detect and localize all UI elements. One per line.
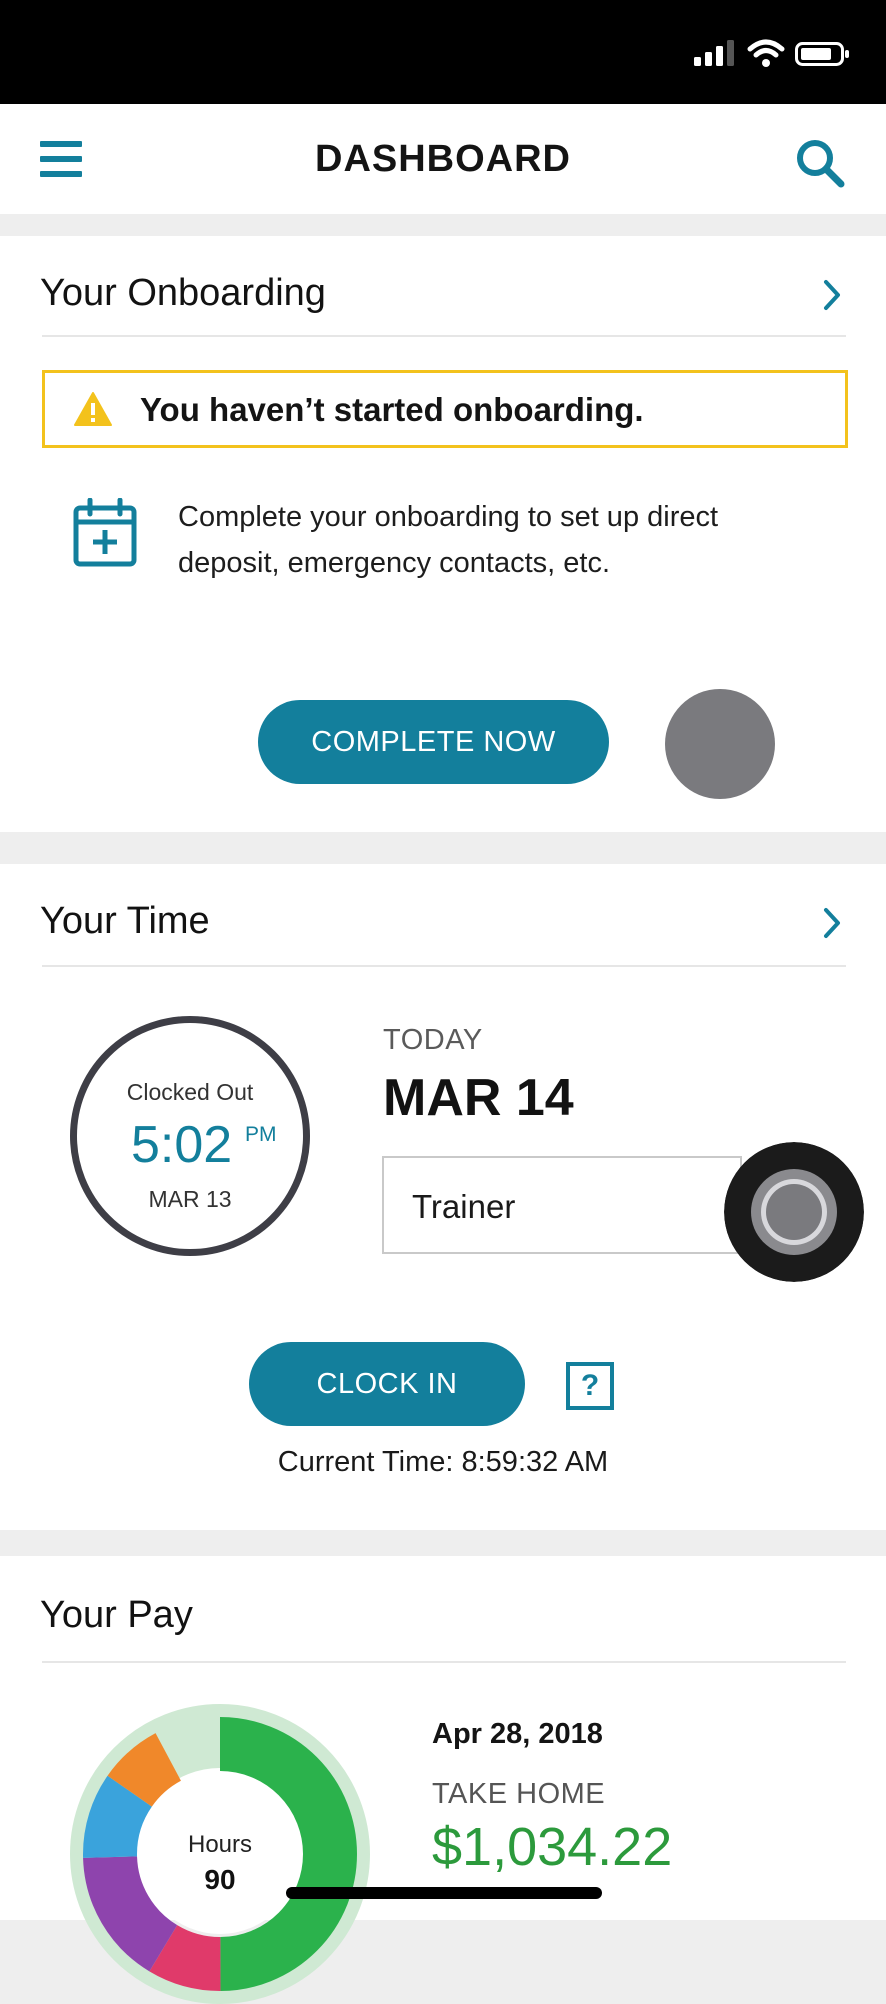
help-icon[interactable]: ? xyxy=(566,1362,614,1410)
wifi-icon xyxy=(747,39,785,67)
status-bar xyxy=(0,0,886,104)
pay-heading: Your Pay xyxy=(40,1594,193,1636)
clock-status-ring: Clocked Out 5:02 PM MAR 13 xyxy=(70,1016,310,1256)
today-label: TODAY xyxy=(383,1024,483,1056)
warning-icon xyxy=(74,392,112,426)
clock-date: MAR 13 xyxy=(148,1186,232,1212)
time-card: Your Time Clocked Out 5:02 PM MAR 13 TOD… xyxy=(0,864,886,1530)
clock-in-button[interactable]: CLOCK IN xyxy=(249,1342,525,1426)
onboarding-card: Your Onboarding You haven’t started onbo… xyxy=(0,236,886,832)
job-select-value: Trainer xyxy=(412,1188,516,1225)
nav-bar: DASHBOARD xyxy=(0,104,886,214)
take-home-amount: $1,034.22 xyxy=(432,1817,673,1877)
complete-now-button[interactable]: COMPLETE NOW xyxy=(258,700,609,784)
current-time: Current Time: 8:59:32 AM xyxy=(277,1446,609,1478)
divider xyxy=(42,1661,846,1663)
signal-icon xyxy=(694,40,734,66)
hours-value: 90 xyxy=(204,1864,236,1895)
search-icon[interactable] xyxy=(794,137,846,189)
hours-label: Hours xyxy=(187,1831,253,1858)
touch-indicator xyxy=(665,689,775,799)
page-title: DASHBOARD xyxy=(315,138,571,180)
calendar-add-icon xyxy=(73,498,137,567)
onboarding-warning: You haven’t started onboarding. xyxy=(42,370,848,448)
take-home-label: TAKE HOME xyxy=(432,1778,606,1810)
onboarding-heading: Your Onboarding xyxy=(40,272,326,314)
touch-indicator xyxy=(724,1142,864,1282)
clock-status: Clocked Out xyxy=(126,1079,254,1105)
pay-card: Your Pay Hours 90 Apr 28, 2018 TAKE HOME… xyxy=(0,1556,886,2004)
onboarding-description: Complete your onboarding to set up direc… xyxy=(178,501,719,579)
time-heading: Your Time xyxy=(40,900,210,942)
clock-ampm: PM xyxy=(245,1123,277,1146)
home-indicator[interactable] xyxy=(286,1887,602,1899)
warning-text: You haven’t started onboarding. xyxy=(140,391,644,428)
clock-time: 5:02 xyxy=(131,1116,233,1174)
chevron-right-icon[interactable] xyxy=(822,906,842,940)
chevron-right-icon[interactable] xyxy=(822,278,842,312)
battery-icon xyxy=(795,42,849,66)
job-select[interactable]: Trainer xyxy=(382,1156,742,1254)
today-date: MAR 14 xyxy=(383,1069,574,1127)
divider xyxy=(42,335,846,337)
pay-date: Apr 28, 2018 xyxy=(432,1718,603,1750)
divider xyxy=(42,965,846,967)
